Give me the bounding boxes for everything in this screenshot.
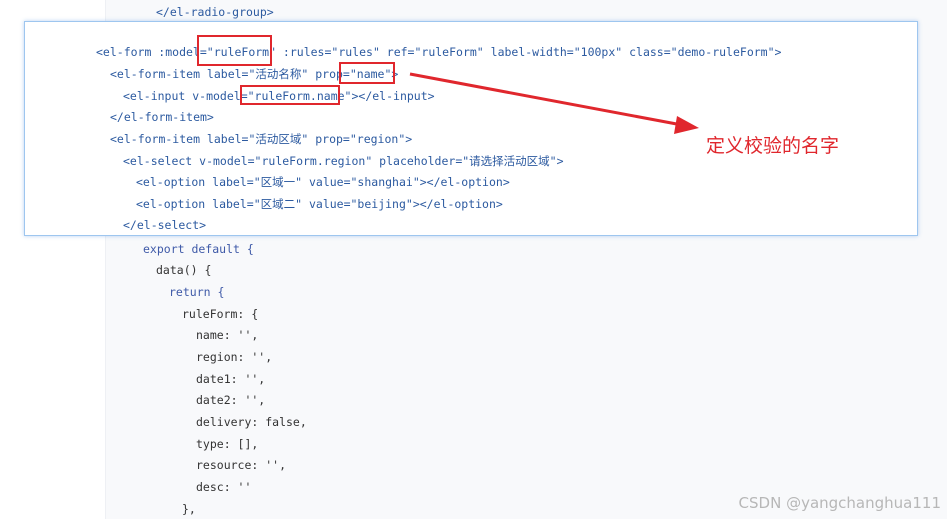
annotation-label: 定义校验的名字 [706,135,840,157]
annotation-arrow-icon [409,72,699,134]
watermark: CSDN @yangchanghua111 [738,494,941,512]
